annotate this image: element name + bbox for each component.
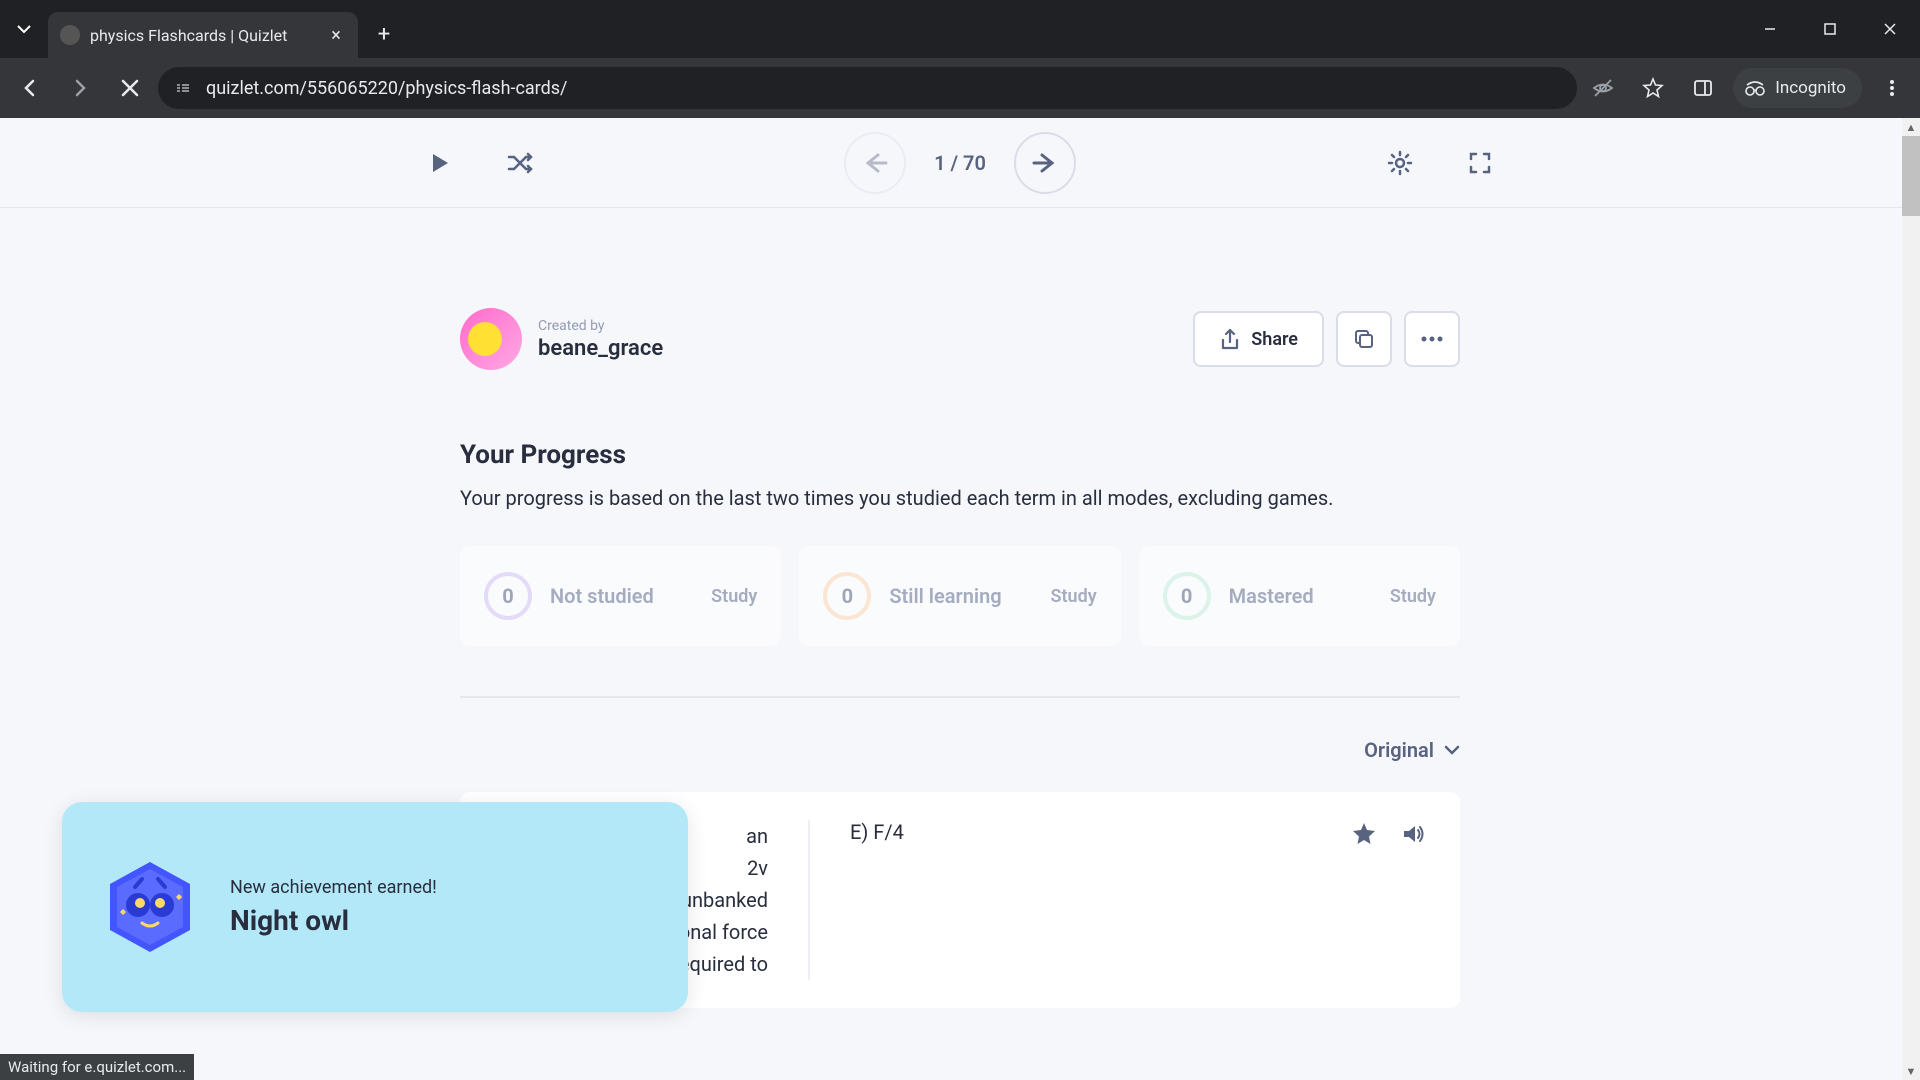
browser-chrome: physics Flashcards | Quizlet × +: [0, 0, 1920, 118]
progress-count: 0: [823, 572, 871, 620]
fullscreen-icon[interactable]: [1460, 143, 1500, 183]
section-divider: [460, 696, 1460, 698]
progress-section: Your Progress Your progress is based on …: [460, 400, 1460, 696]
browser-status-bar: Waiting for e.quizlet.com...: [0, 1054, 194, 1080]
progress-card-not-studied: 0 Not studied Study: [460, 546, 781, 646]
progress-label: Not studied: [550, 584, 711, 608]
chevron-down-icon: [1444, 745, 1460, 755]
incognito-label: Incognito: [1775, 78, 1846, 98]
page-content: 1 / 70 Created by beane_grace: [0, 118, 1920, 1080]
url-field[interactable]: quizlet.com/556065220/physics-flash-card…: [158, 67, 1577, 109]
creator-row: Created by beane_grace Share: [460, 208, 1460, 400]
toast-subtitle: New achievement earned!: [230, 877, 437, 898]
created-by-label: Created by: [538, 318, 663, 334]
study-link[interactable]: Study: [711, 586, 757, 607]
settings-gear-icon[interactable]: [1380, 143, 1420, 183]
eye-off-icon[interactable]: [1583, 68, 1623, 108]
browser-menu-icon[interactable]: [1872, 68, 1912, 108]
audio-term-button[interactable]: [1396, 816, 1432, 852]
close-window-button[interactable]: [1860, 9, 1920, 49]
side-panel-icon[interactable]: [1683, 68, 1723, 108]
term-answer: E) F/4: [850, 820, 1432, 980]
shuffle-button[interactable]: [500, 143, 540, 183]
progress-title: Your Progress: [460, 440, 1460, 470]
forward-button[interactable]: [58, 66, 102, 110]
url-text: quizlet.com/556065220/physics-flash-card…: [206, 78, 568, 99]
next-card-button[interactable]: [1014, 132, 1076, 194]
share-label: Share: [1251, 329, 1298, 350]
bookmark-star-icon[interactable]: [1633, 68, 1673, 108]
sort-dropdown[interactable]: Original: [1364, 738, 1460, 762]
creator-username[interactable]: beane_grace: [538, 336, 663, 361]
window-controls: [1740, 0, 1920, 58]
study-link[interactable]: Study: [1390, 586, 1436, 607]
minimize-button[interactable]: [1740, 9, 1800, 49]
incognito-indicator[interactable]: Incognito: [1733, 68, 1862, 108]
address-bar: quizlet.com/556065220/physics-flash-card…: [0, 58, 1920, 118]
term-divider: [808, 820, 810, 980]
flashcard-navigator: 1 / 70: [0, 118, 1920, 208]
toast-title: Night owl: [230, 904, 437, 937]
back-button[interactable]: [8, 66, 52, 110]
copy-button[interactable]: [1336, 311, 1392, 367]
more-options-button[interactable]: [1404, 311, 1460, 367]
progress-card-mastered: 0 Mastered Study: [1139, 546, 1460, 646]
vertical-scrollbar[interactable]: ▲ ▼: [1902, 118, 1920, 1080]
creator-avatar[interactable]: [460, 308, 522, 370]
progress-label: Mastered: [1229, 584, 1390, 608]
share-button[interactable]: Share: [1193, 311, 1324, 367]
maximize-button[interactable]: [1800, 9, 1860, 49]
browser-tab[interactable]: physics Flashcards | Quizlet ×: [48, 12, 358, 58]
scroll-down-arrow[interactable]: ▼: [1902, 1062, 1920, 1080]
tab-close-button[interactable]: ×: [326, 25, 346, 45]
progress-count: 0: [1163, 572, 1211, 620]
star-term-button[interactable]: [1346, 816, 1382, 852]
progress-count: 0: [484, 572, 532, 620]
tab-search-button[interactable]: [0, 0, 48, 58]
prev-card-button[interactable]: [844, 132, 906, 194]
study-link[interactable]: Study: [1051, 586, 1097, 607]
favicon: [60, 25, 80, 45]
progress-card-still-learning: 0 Still learning Study: [799, 546, 1120, 646]
scroll-up-arrow[interactable]: ▲: [1902, 118, 1920, 136]
reload-button[interactable]: [108, 66, 152, 110]
tab-bar: physics Flashcards | Quizlet × +: [0, 0, 1920, 58]
tab-title: physics Flashcards | Quizlet: [90, 26, 326, 45]
achievement-toast[interactable]: New achievement earned! Night owl: [62, 802, 688, 1012]
progress-description: Your progress is based on the last two t…: [460, 486, 1460, 510]
card-counter: 1 / 70: [934, 151, 986, 175]
address-bar-right: Incognito: [1583, 68, 1912, 108]
progress-label: Still learning: [889, 584, 1050, 608]
play-button[interactable]: [420, 143, 460, 183]
sort-row: Original: [460, 738, 1460, 792]
scrollbar-thumb[interactable]: [1902, 136, 1920, 216]
sort-label: Original: [1364, 738, 1434, 762]
site-info-icon[interactable]: [174, 79, 192, 97]
new-tab-button[interactable]: +: [364, 14, 404, 54]
achievement-badge-icon: [100, 857, 200, 957]
